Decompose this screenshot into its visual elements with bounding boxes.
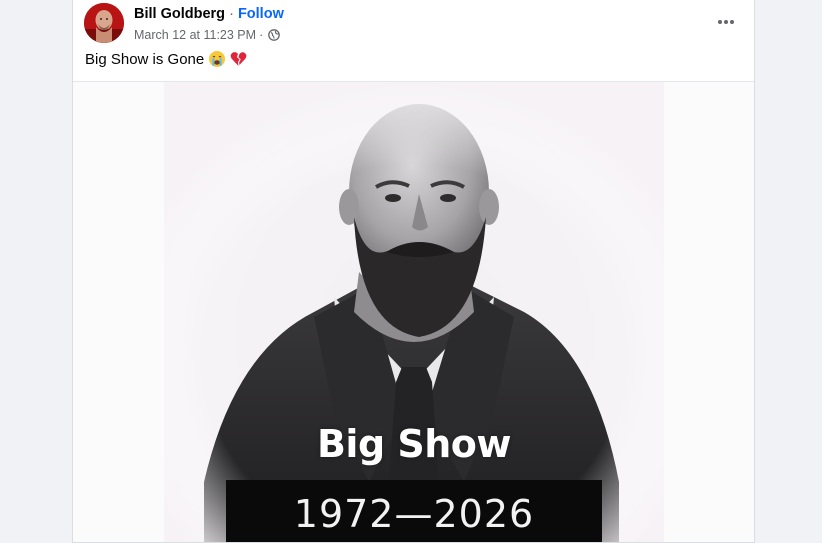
facebook-post: Bill Goldberg · Follow March 12 at 11:23…: [72, 0, 755, 543]
avatar-image: [84, 3, 124, 43]
more-options-icon[interactable]: [712, 13, 740, 31]
follow-button[interactable]: Follow: [238, 6, 284, 22]
post-caption: Big Show is Gone: [85, 50, 247, 68]
memorial-photo[interactable]: Big Show 1972—2026: [164, 82, 664, 542]
meta-separator: ·: [259, 28, 264, 42]
years-text: 1972—2026: [293, 492, 535, 536]
memorial-name-text: Big Show: [316, 422, 512, 466]
author-name[interactable]: Bill Goldberg: [134, 6, 225, 22]
caption-text: Big Show is Gone: [85, 50, 205, 68]
years-banner: 1972—2026: [226, 480, 602, 542]
post-media[interactable]: Big Show 1972—2026: [73, 82, 754, 542]
portrait-illustration: [164, 82, 664, 542]
follow-separator: ·: [229, 6, 234, 22]
post-meta: March 12 at 11:23 PM ·: [134, 27, 281, 43]
broken-heart-emoji: [230, 52, 247, 66]
crying-face-emoji: [209, 51, 226, 67]
author-line: Bill Goldberg · Follow: [134, 5, 284, 23]
post-timestamp[interactable]: March 12 at 11:23 PM: [134, 27, 256, 43]
globe-icon[interactable]: [268, 29, 281, 41]
post-header: Bill Goldberg · Follow March 12 at 11:23…: [84, 3, 754, 47]
author-avatar[interactable]: [84, 3, 124, 43]
